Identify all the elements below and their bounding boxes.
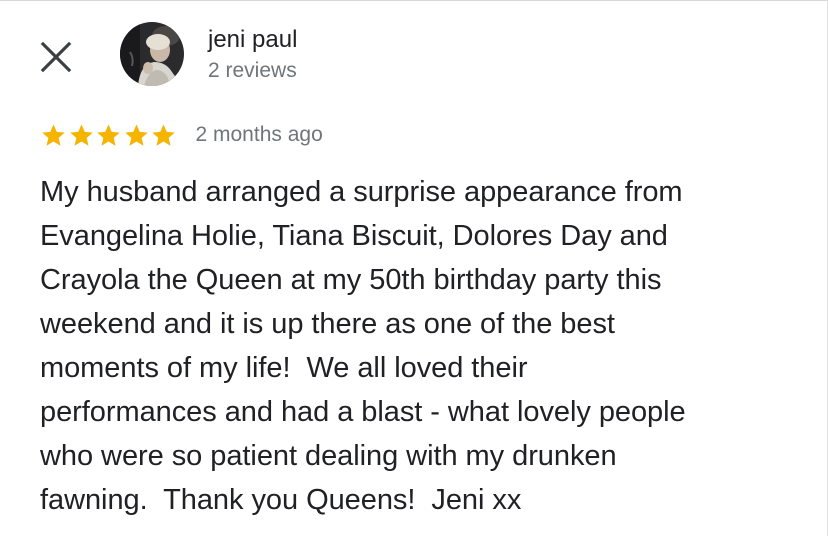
review-text: My husband arranged a surprise appearanc… [40, 170, 800, 522]
star-icon [124, 123, 148, 146]
review-text-line: weekend and it is up there as one of the… [40, 308, 615, 340]
star-rating [40, 122, 178, 149]
avatar-photo [120, 22, 184, 86]
star-icon [97, 123, 120, 146]
review-time: 2 months ago [195, 123, 323, 146]
star-icon [42, 123, 65, 146]
avatar[interactable] [120, 22, 184, 86]
review-text-line: Crayola the Queen at my 50th birthday pa… [40, 264, 662, 296]
review-text-line: fawning. Thank you Queens! Jeni xx [40, 484, 522, 516]
review-text-line: performances and had a blast - what love… [40, 396, 686, 428]
close-button[interactable] [36, 37, 76, 77]
review-text-line: My husband arranged a surprise appearanc… [40, 176, 683, 208]
reviewer-name[interactable]: jeni paul [208, 25, 297, 55]
close-icon [40, 41, 72, 73]
star-icon [152, 123, 175, 146]
review-text-line: Evangelina Holie, Tiana Biscuit, Dolores… [40, 220, 668, 252]
review-text-line: moments of my life! We all loved their [40, 352, 528, 384]
reviewer-info: jeni paul 2 reviews [208, 25, 297, 85]
star-icon [69, 123, 93, 146]
review-card: jeni paul 2 reviews 2 months ago My husb… [0, 0, 828, 536]
review-meta: 2 months ago [40, 118, 323, 152]
review-text-line: who were so patient dealing with my drun… [40, 440, 617, 472]
reviewer-review-count: 2 reviews [208, 59, 297, 82]
